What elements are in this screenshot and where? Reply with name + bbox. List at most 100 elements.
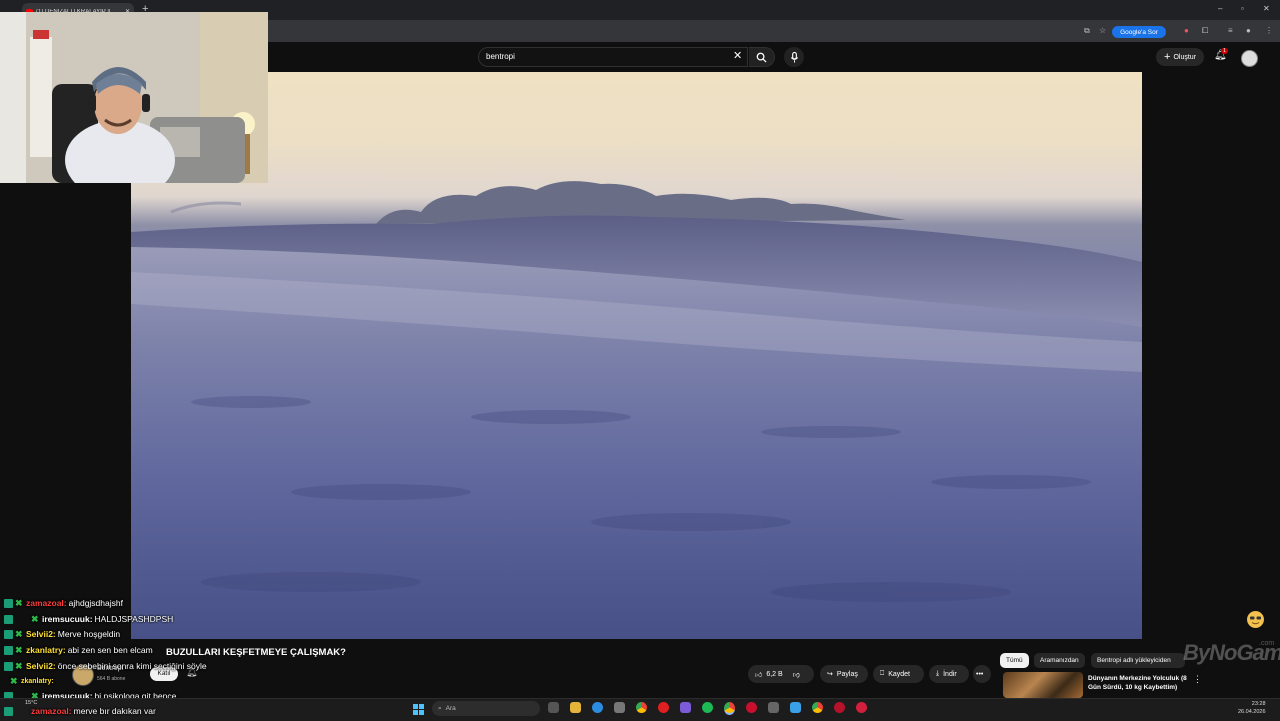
chat-text: abi zen sen ben elcam [67,645,153,655]
chip-from-search[interactable]: Aramanızdan [1034,653,1085,668]
notification-count-badge: 1 [1221,48,1228,54]
search-input[interactable]: bentropi [478,47,748,67]
search-button[interactable] [749,47,775,67]
chat-message: ✖ iremsucuuk: HALDJSPASHDPSH [4,614,173,624]
webcam-overlay [0,12,268,183]
streamer-webcam-image [0,12,268,183]
download-label: İndir [943,670,957,678]
share-button[interactable]: ↪ Paylaş [820,665,868,683]
plus-icon: + [1164,51,1171,63]
bookmark-icon: ⎕ [880,670,885,677]
chat-username: Selvii2: [26,629,56,639]
taskbar-search-input[interactable]: ⌕ Ara [432,701,540,716]
download-icon: ⤓ [936,670,940,677]
chat-sub-badge-icon: ✖ [15,597,23,608]
chat-username: Selvii2: [26,661,56,671]
like-dislike-button[interactable]: 👍︎ 6,2 B 👎︎ [748,665,814,683]
chat-message: ✖ Selvii2: Merve hoşgeldin [4,629,120,639]
obs-red-icon[interactable] [746,702,757,713]
app-blue-icon[interactable] [790,702,801,713]
chat-sub-badge-icon: ✖ [31,613,39,624]
chat-badge-icon [4,629,13,639]
chat-message: ✖ zkanlatry: abi zen sen ben elcam [4,645,153,655]
chrome-active-icon[interactable] [724,702,735,715]
chat-text: Merve hoşgeldin [57,629,121,639]
taskbar-search-placeholder: Ara [445,705,456,712]
minimize-button[interactable]: – [1218,4,1222,13]
chat-text: HALDJSPASHDPSH [94,614,174,624]
chat-text: önce sebebini sonra kimi seçtiğini söyle [57,661,207,671]
account-avatar[interactable] [1241,50,1258,67]
create-label: Oluştur [1173,53,1196,61]
extensions-puzzle-icon[interactable]: ⧠ [1202,26,1208,36]
watermark-suffix: .com [1259,640,1275,647]
chat-sub-badge-icon: ✖ [15,660,23,671]
chrome-icon[interactable] [636,702,647,713]
spotify-icon[interactable] [702,702,713,713]
save-label: Kaydet [888,670,910,678]
chat-message: ✖ zkanlatry: [10,677,56,686]
chat-message: ✖ Selvii2: önce sebebini sonra kimi seçt… [4,661,207,671]
video-player[interactable] [131,72,1142,639]
chat-text: ajhdgjsdhajshf [68,598,123,608]
save-button[interactable]: ⎕ Kaydet [873,665,924,683]
chat-message: ✖ zamazoal: ajhdgjsdhajshf [4,598,123,608]
like-count: 6,2 B [766,670,783,678]
tab-search-icon[interactable]: ≡ [1228,26,1233,35]
chat-username: zkanlatry: [26,645,66,655]
extension-icon[interactable]: ● [1184,26,1189,35]
thumbs-up-icon[interactable]: 👍︎ [755,670,762,679]
taskbar-clock[interactable]: 23:28 26.04.2026 [1238,700,1266,716]
create-button[interactable]: + Oluştur [1156,48,1204,66]
twitch-icon[interactable] [680,702,691,713]
ask-google-button[interactable]: Google'a Sor [1112,26,1166,38]
subscriber-count: 564 B abone [97,676,126,682]
chip-from-uploader[interactable]: Bentropi adlı yükleyiciden [1091,653,1185,668]
file-explorer-icon[interactable] [570,702,581,713]
chat-badge-icon [4,598,13,608]
store-icon[interactable] [614,702,625,713]
profile-icon[interactable]: ● [1246,26,1251,35]
browser-menu-icon[interactable]: ⋮ [1265,26,1273,35]
app-red-icon[interactable] [834,702,845,713]
chrome-profile-icon[interactable] [812,702,823,713]
edge-icon[interactable] [592,702,603,713]
video-frame-scene [131,181,1142,639]
chat-badge-icon [4,706,13,716]
recommended-video-thumbnail[interactable] [1003,672,1083,698]
youtube-app-icon[interactable] [658,702,669,713]
chat-badge-icon [4,661,13,671]
video-title: BUZULLARI KEŞFETMEYE ÇALIŞMAK? [166,647,346,658]
chat-username: zamazoal: [31,706,72,716]
chip-all[interactable]: Tümü [1000,653,1029,668]
chat-username: iremsucuuk: [42,614,93,624]
chat-sub-badge-icon: ✖ [15,628,23,639]
install-app-icon[interactable]: ⧉ [1084,26,1090,36]
share-label: Paylaş [836,670,858,678]
maximize-button[interactable]: ▫ [1241,4,1244,13]
app-red2-icon[interactable] [856,702,867,713]
recommended-video-title[interactable]: Dünyanın Merkezine Yolculuk (8 Gün Sürdü… [1088,674,1190,692]
sunglasses-emoji-icon [1247,611,1264,628]
clock-time: 23:28 [1251,701,1266,707]
microphone-icon [790,51,798,63]
more-actions-button[interactable]: ••• [973,665,991,683]
chat-username: zamazoal: [26,598,67,608]
app-icon[interactable] [768,702,779,713]
thumbs-down-icon[interactable]: 👎︎ [793,670,800,679]
clock-date: 26.04.2026 [1238,709,1266,715]
download-button[interactable]: ⤓ İndir [929,665,969,683]
voice-search-button[interactable] [784,47,804,67]
share-icon: ↪ [827,671,833,678]
task-view-icon[interactable] [548,702,559,713]
chat-badge-icon [4,614,13,624]
clear-search-icon[interactable]: ✕ [733,49,742,62]
chat-username: zkanlatry: [21,678,54,685]
windows-start-icon[interactable] [413,702,424,720]
recommended-more-icon[interactable]: ⋮ [1193,674,1202,685]
bookmark-star-icon[interactable]: ☆ [1099,26,1106,35]
search-icon [756,52,767,63]
close-window-button[interactable]: ✕ [1263,4,1270,13]
chat-text: merve bır dakıkan var [73,706,156,716]
chat-sub-badge-icon: ✖ [10,676,18,686]
